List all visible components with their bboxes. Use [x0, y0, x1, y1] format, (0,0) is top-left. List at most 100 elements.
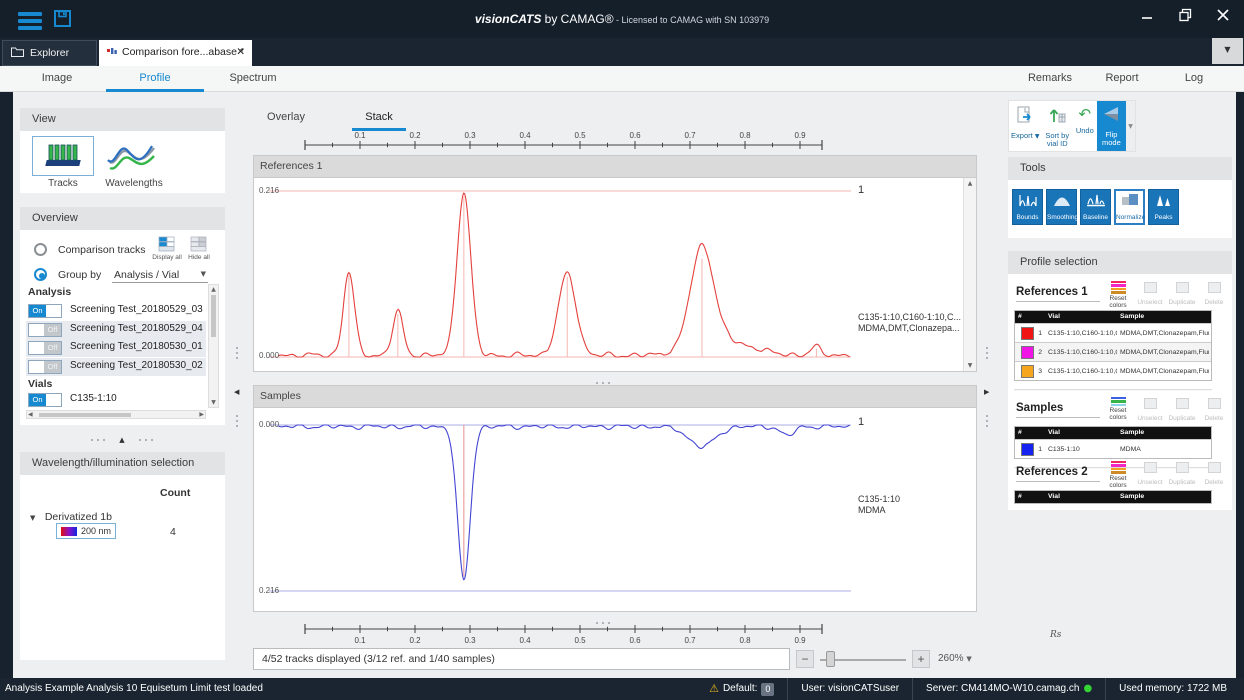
color-swatch[interactable] — [1021, 346, 1034, 359]
action-label: Unselect — [1134, 415, 1166, 422]
column-header: Sample — [1117, 491, 1209, 503]
color-swatch[interactable] — [1021, 443, 1034, 456]
tab-explorer[interactable]: Explorer — [2, 40, 97, 66]
action-label: Delete — [1198, 479, 1230, 486]
left-panel-splitter[interactable]: ▲ — [62, 431, 182, 449]
profile-row[interactable]: 1C135-1:10,C160-1:10,C1MDMA,DMT,Clonazep… — [1015, 323, 1211, 342]
samples-chart: 0.000 0.216 1 C135-1:10MDMA — [253, 407, 977, 612]
references1-scrollbar[interactable]: ▲ ▼ — [963, 178, 976, 371]
track-description: C135-1:10,C160-1:10,C...MDMA,DMT,Clonaze… — [858, 312, 961, 334]
tab-report[interactable]: Report — [1086, 66, 1158, 92]
toggle-off[interactable]: Off — [28, 360, 62, 374]
wavelength-item-200nm[interactable]: 200 nm — [56, 523, 116, 539]
sort-by-vial-id-button[interactable]: Sort byvial ID — [1041, 101, 1073, 151]
track-group-name: Screening Test_20180530_02 — [70, 360, 203, 371]
tool-label: Normalize — [1116, 214, 1143, 221]
reset-colors-button[interactable]: Reset colors — [1102, 396, 1134, 421]
tab-profile[interactable]: Profile — [106, 66, 204, 92]
undo-button[interactable]: ↶ Undo — [1073, 101, 1097, 151]
delete-button: Delete — [1198, 396, 1230, 422]
tool-smoothing-button[interactable]: Smoothing — [1046, 189, 1077, 225]
status-memory: Used memory: 1722 MB — [1105, 678, 1240, 700]
count-column-label: Count — [160, 487, 190, 499]
tab-document[interactable]: Comparison fore...abase * ✕ — [99, 40, 252, 66]
toggle-off[interactable]: Off — [28, 341, 62, 355]
tab-spectrum[interactable]: Spectrum — [204, 66, 302, 92]
default-counter[interactable]: ⚠ Default: 0 — [696, 678, 787, 700]
group-by-dropdown[interactable]: Analysis / Vial ▼ — [112, 267, 208, 283]
comparison-tracks-radio[interactable] — [34, 243, 47, 256]
tab-image[interactable]: Image — [8, 66, 106, 92]
row-number-cell: 1 — [1015, 327, 1045, 340]
tab-list-dropdown[interactable]: ▼ — [1212, 38, 1243, 64]
color-swatch[interactable] — [1021, 365, 1034, 378]
tool-baseline-button[interactable]: Baseline — [1080, 189, 1111, 225]
bounds-icon — [1018, 194, 1038, 211]
group-by-value: Analysis / Vial — [114, 269, 179, 281]
right-splitter-dots2[interactable] — [986, 412, 988, 430]
close-button[interactable] — [1208, 8, 1238, 30]
tab-stack[interactable]: Stack — [352, 105, 406, 129]
tool-normalize-button[interactable]: Normalize — [1114, 189, 1145, 225]
zoom-out-button[interactable]: − — [796, 650, 814, 668]
peaks-icon — [1154, 194, 1174, 211]
view-tracks-button[interactable] — [32, 136, 94, 176]
zoom-slider-thumb[interactable] — [826, 651, 835, 667]
restore-button[interactable] — [1170, 8, 1200, 30]
column-header: # — [1015, 427, 1045, 439]
tab-log[interactable]: Log — [1158, 66, 1230, 92]
minimize-button[interactable] — [1132, 8, 1162, 30]
rf-ruler-bottom: 0.10.20.30.40.50.60.70.80.9 — [250, 621, 982, 647]
profile-row[interactable]: 1C135-1:10MDMA — [1015, 439, 1211, 458]
warning-icon: ⚠ — [709, 678, 719, 700]
right-splitter-collapse[interactable]: ▶ — [984, 388, 989, 396]
overview-horizontal-scrollbar[interactable]: ◀ ▶ — [26, 410, 206, 419]
svg-text:0.3: 0.3 — [464, 131, 476, 140]
toggle-off-label: Off — [44, 361, 61, 373]
toggle-off[interactable]: Off — [28, 323, 62, 337]
toggle-on[interactable]: On — [28, 393, 62, 407]
tool-peaks-button[interactable]: Peaks — [1148, 189, 1179, 225]
column-header: Vial — [1045, 427, 1117, 439]
zoom-level-dropdown[interactable]: 260% ▼ — [938, 653, 972, 664]
group-by-radio[interactable] — [34, 268, 47, 281]
reset-colors-button[interactable]: Reset colors — [1102, 280, 1134, 309]
folder-icon — [11, 48, 24, 60]
view-panel-header: View — [20, 108, 225, 131]
delete-icon — [1208, 282, 1221, 293]
color-swatch[interactable] — [1021, 327, 1034, 340]
overview-panel: Comparison tracks Display all Hide all G… — [20, 230, 225, 425]
toolbar-overflow-dropdown[interactable]: ▼ — [1126, 101, 1135, 151]
status-bar: Analysis Example Analysis 10 Equisetum L… — [0, 678, 1244, 700]
overview-vertical-scrollbar[interactable]: ▲ ▼ — [208, 284, 219, 408]
toggle-off-label: Off — [44, 342, 61, 354]
toggle-on[interactable]: On — [28, 304, 62, 318]
close-icon[interactable]: ✕ — [236, 40, 245, 64]
flip-mode-button[interactable]: Flipmode — [1097, 101, 1127, 151]
left-splitter-dots2[interactable] — [236, 412, 238, 430]
samples-panel-header[interactable]: Samples — [253, 385, 977, 407]
references1-panel-header[interactable]: References 1 — [253, 155, 977, 177]
tab-overlay[interactable]: Overlay — [258, 105, 314, 129]
tab-remarks[interactable]: Remarks — [1014, 66, 1086, 92]
profile-table: #VialSample1C135-1:10,C160-1:10,C1MDMA,D… — [1014, 310, 1212, 381]
reset-colors-button[interactable]: Reset colors — [1102, 460, 1134, 489]
track-group-row: On C135-1:10 — [26, 391, 206, 409]
profile-selection-header: Profile selection — [1008, 251, 1232, 274]
profile-row[interactable]: 3C135-1:10,C160-1:10,C1MDMA,DMT,Clonazep… — [1015, 361, 1211, 380]
profile-row[interactable]: 2C135-1:10,C160-1:10,C1MDMA,DMT,Clonazep… — [1015, 342, 1211, 361]
profile-table: #VialSample — [1014, 490, 1212, 504]
export-button[interactable]: Export ▼ — [1009, 101, 1041, 151]
svg-text:0.2: 0.2 — [409, 131, 421, 140]
view-wavelengths-button[interactable] — [106, 138, 158, 179]
track-group-name: C135-1:10 — [70, 393, 117, 404]
references1-chart-plot[interactable] — [254, 178, 964, 371]
left-splitter-collapse[interactable]: ◀ — [234, 388, 239, 396]
tool-bounds-button[interactable]: Bounds — [1012, 189, 1043, 225]
left-splitter-dots[interactable] — [236, 344, 238, 362]
view-panel: Tracks Wavelengths — [20, 131, 225, 193]
y-max-label: 0.216 — [259, 186, 279, 195]
zoom-in-button[interactable]: + — [912, 650, 930, 668]
right-splitter-dots[interactable] — [986, 344, 988, 362]
row-vial-cell: C135-1:10,C160-1:10,C1 — [1045, 349, 1117, 356]
